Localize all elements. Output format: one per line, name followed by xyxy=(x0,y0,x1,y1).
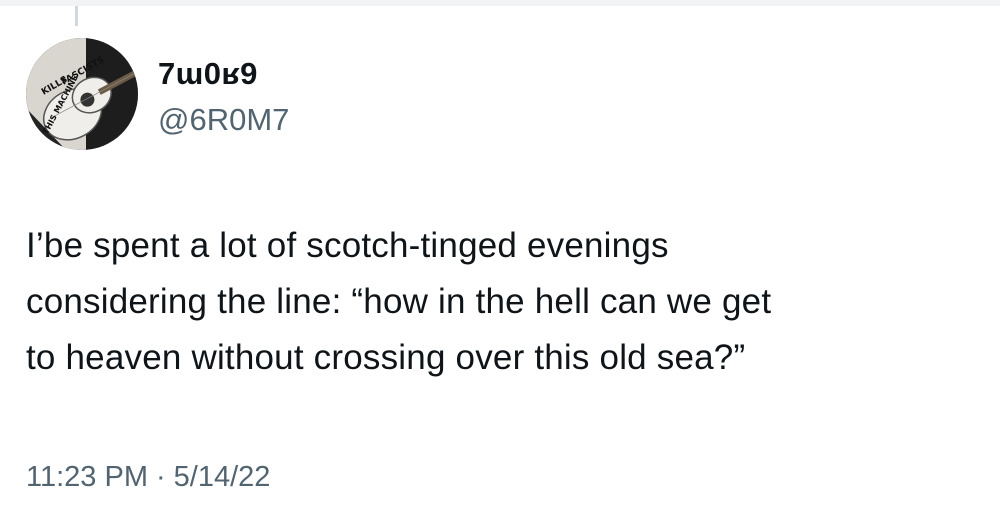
author-display-name[interactable]: 7ɯ0ʁ9 xyxy=(158,56,258,92)
meta-separator: · xyxy=(155,461,166,493)
tweet-header: KILLS FASCISTS THIS MACHINE 7ɯ0ʁ9 @6R0M7 xyxy=(26,38,726,158)
author-handle[interactable]: @6R0M7 xyxy=(158,102,289,138)
tweet-date[interactable]: 5/14/22 xyxy=(174,459,271,495)
tweet-time[interactable]: 11:23 PM xyxy=(26,459,148,495)
tweet-timestamp[interactable]: 11:23 PM · 5/14/22 xyxy=(26,459,270,495)
avatar[interactable]: KILLS FASCISTS THIS MACHINE xyxy=(26,38,138,150)
top-divider xyxy=(0,0,1000,6)
thread-connector-line xyxy=(75,6,78,26)
tweet-text: I’be spent a lot of scotch-tinged evenin… xyxy=(26,226,772,377)
guitar-avatar-image: KILLS FASCISTS THIS MACHINE xyxy=(26,38,138,150)
